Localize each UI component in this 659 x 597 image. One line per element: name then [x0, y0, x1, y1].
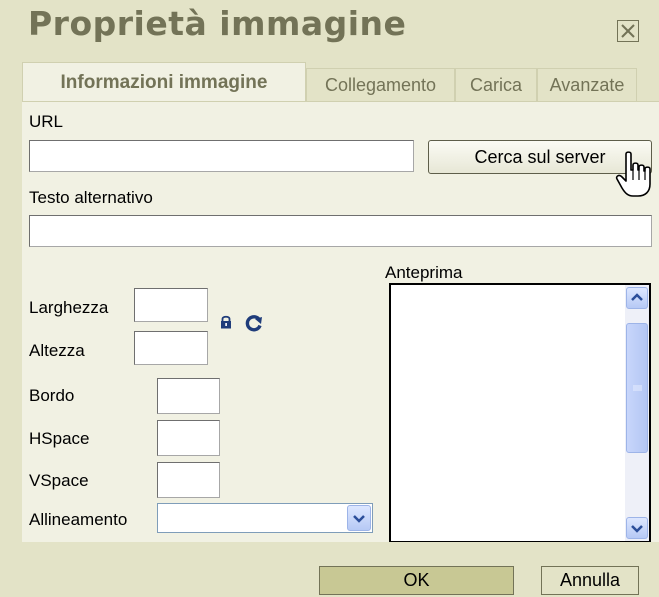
refresh-icon[interactable]: [244, 313, 264, 333]
scroll-down-button[interactable]: [626, 517, 648, 539]
alignment-label: Allineamento: [29, 510, 128, 529]
alt-text-label: Testo alternativo: [29, 188, 153, 207]
alignment-select[interactable]: [157, 503, 373, 533]
url-label: URL: [29, 112, 64, 131]
chevron-down-icon: [353, 515, 365, 523]
height-label: Altezza: [29, 341, 85, 360]
border-label: Bordo: [29, 386, 75, 405]
height-input[interactable]: [134, 331, 208, 365]
preview-scrollbar[interactable]: [625, 285, 649, 541]
scroll-thumb[interactable]: [626, 323, 648, 453]
border-input[interactable]: [157, 378, 220, 414]
preview-label: Anteprima: [385, 263, 463, 282]
alignment-dropdown-button[interactable]: [347, 505, 371, 531]
dialog-title: Proprietà immagine: [28, 4, 407, 43]
preview-box: [389, 283, 651, 543]
width-input[interactable]: [134, 288, 208, 322]
vspace-label: VSpace: [29, 471, 89, 490]
lock-icon[interactable]: [219, 315, 233, 329]
vspace-input[interactable]: [157, 462, 220, 498]
ok-button[interactable]: OK: [319, 566, 514, 595]
tab-image-info[interactable]: Informazioni immagine: [22, 62, 306, 102]
tab-upload[interactable]: Carica: [455, 68, 537, 102]
tab-advanced[interactable]: Avanzate: [537, 68, 637, 102]
chevron-up-icon: [631, 293, 643, 301]
hspace-label: HSpace: [29, 429, 90, 448]
scroll-up-button[interactable]: [626, 287, 648, 309]
hspace-input[interactable]: [157, 420, 220, 456]
tab-link[interactable]: Collegamento: [306, 68, 455, 102]
alt-text-input[interactable]: [29, 215, 652, 247]
image-properties-dialog: Proprietà immagine Informazioni immagine…: [0, 0, 659, 597]
close-icon: [621, 24, 635, 38]
close-button[interactable]: [617, 20, 639, 42]
grip-icon: [633, 385, 642, 391]
url-input[interactable]: [29, 140, 414, 172]
chevron-down-icon: [631, 525, 643, 533]
width-label: Larghezza: [29, 298, 109, 317]
hand-cursor-icon: [615, 151, 651, 197]
cancel-button[interactable]: Annulla: [541, 566, 639, 595]
